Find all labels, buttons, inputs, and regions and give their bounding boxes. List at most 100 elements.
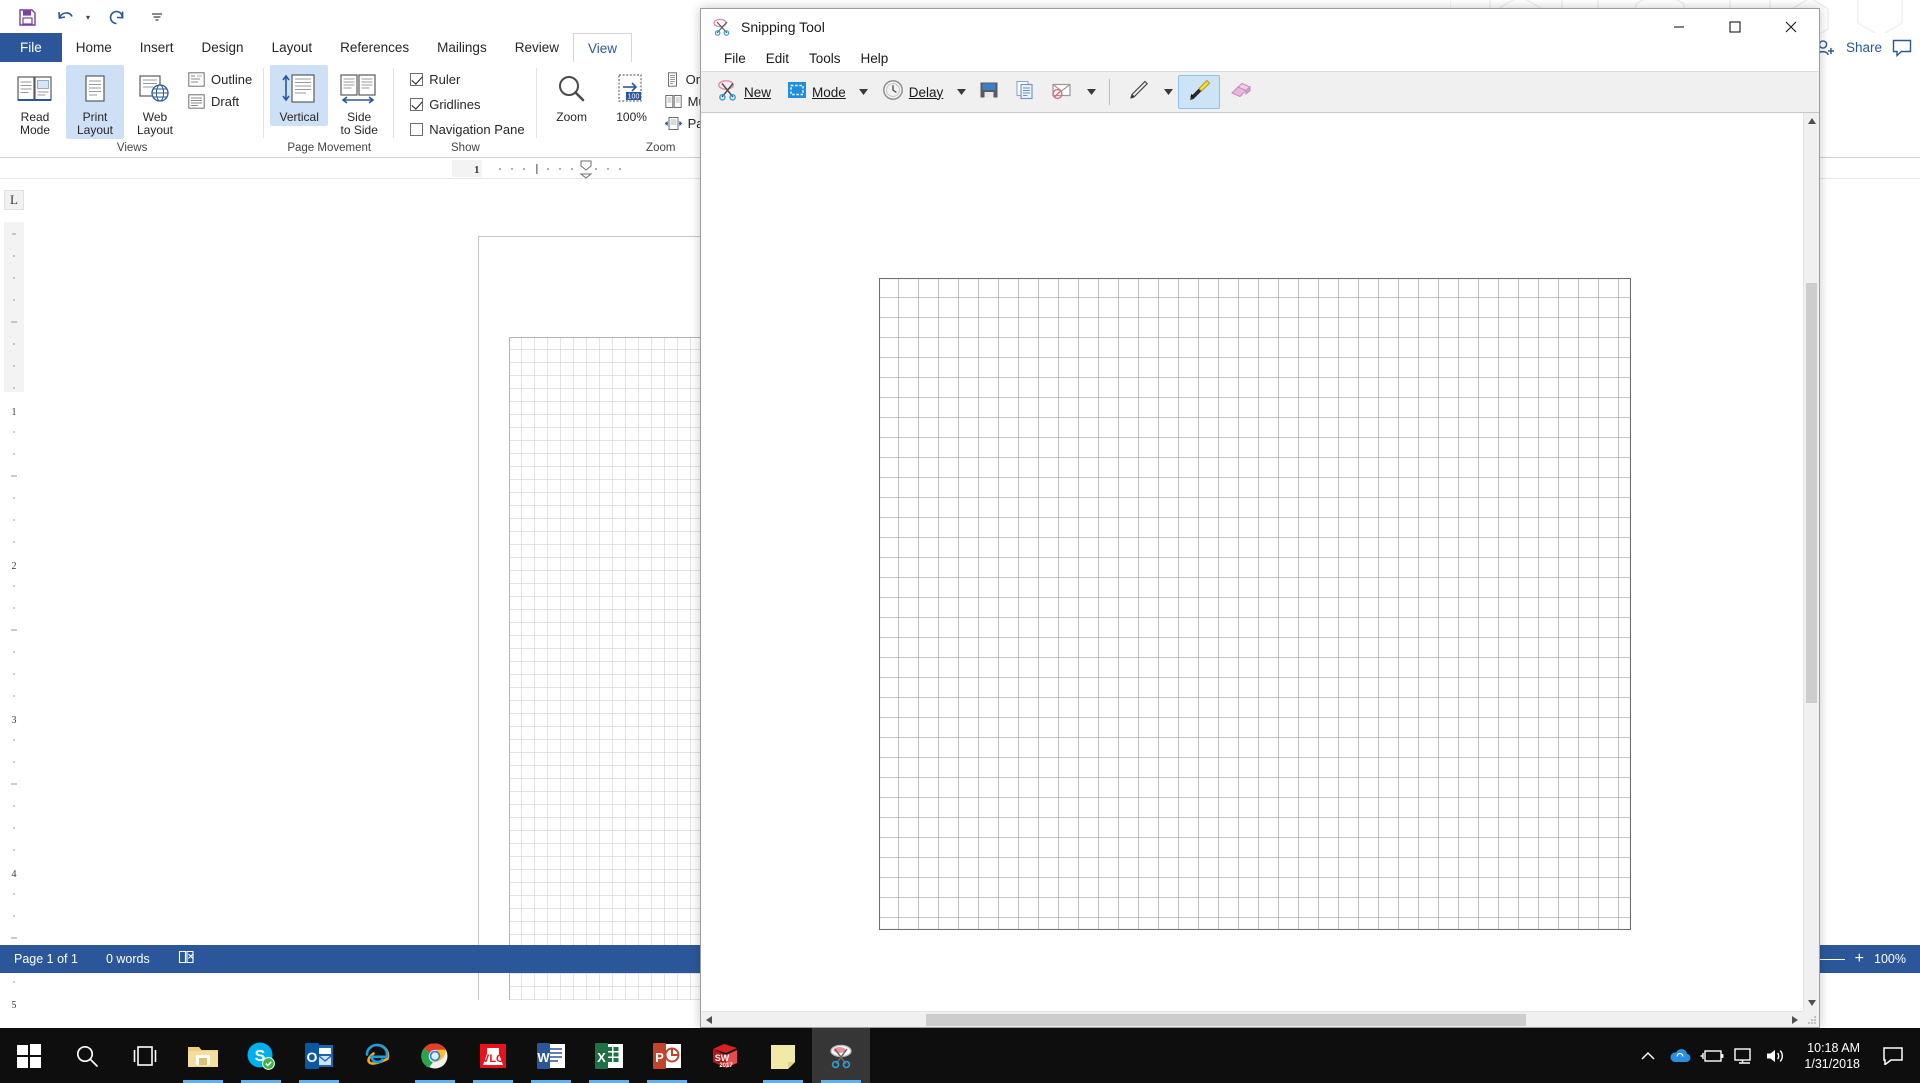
- tab-stop-selector[interactable]: L: [4, 190, 24, 210]
- print-layout-label-2: Layout: [76, 123, 114, 137]
- volume-icon[interactable]: [1760, 1028, 1792, 1083]
- taskbar-chrome[interactable]: [406, 1028, 464, 1083]
- menu-edit[interactable]: Edit: [757, 49, 798, 68]
- print-layout-button[interactable]: Print Layout: [66, 65, 124, 139]
- read-mode-button[interactable]: Read Mode: [6, 65, 64, 139]
- customize-qat-icon[interactable]: [144, 5, 170, 29]
- draft-button[interactable]: Draft: [186, 92, 258, 111]
- close-button[interactable]: [1763, 9, 1819, 45]
- taskbar-word[interactable]: W: [522, 1028, 580, 1083]
- snipping-tool-window[interactable]: Snipping Tool File Edit Tools Help New M…: [700, 8, 1820, 1028]
- side-label-1: Side: [347, 110, 372, 124]
- page-count[interactable]: Page 1 of 1: [0, 952, 92, 966]
- tab-review[interactable]: Review: [501, 33, 573, 62]
- tab-file[interactable]: File: [0, 33, 62, 62]
- pen-button[interactable]: [1118, 75, 1158, 109]
- taskbar-snipping-tool[interactable]: [812, 1028, 870, 1083]
- delay-dropdown-caret[interactable]: [951, 75, 971, 109]
- taskbar-clock[interactable]: 10:18 AM 1/31/2018: [1792, 1028, 1872, 1083]
- canvas-horizontal-scrollbar[interactable]: [701, 1011, 1803, 1027]
- web-layout-button[interactable]: Web Layout: [126, 65, 184, 139]
- taskbar-internet-explorer[interactable]: [348, 1028, 406, 1083]
- taskbar-powerpoint[interactable]: P: [638, 1028, 696, 1083]
- onedrive-icon[interactable]: [1664, 1028, 1696, 1083]
- print-layout-label-1: Print: [82, 110, 108, 124]
- vertical-button[interactable]: Vertical: [270, 65, 329, 126]
- svg-text:4: 4: [12, 869, 17, 880]
- save-snip-button[interactable]: [971, 75, 1007, 109]
- undo-dropdown-caret[interactable]: ▾: [86, 13, 90, 22]
- menu-help[interactable]: Help: [852, 49, 898, 68]
- side-to-side-button[interactable]: Side to Side: [330, 65, 388, 139]
- search-icon[interactable]: [58, 1028, 116, 1083]
- gridlines-checkbox-box[interactable]: [410, 98, 424, 111]
- tab-insert[interactable]: Insert: [126, 33, 188, 62]
- envelope-icon: [1051, 80, 1073, 105]
- scroll-right-arrow[interactable]: [1787, 1012, 1803, 1027]
- taskbar-solidworks[interactable]: SW 2017: [696, 1028, 754, 1083]
- zoom-in-button[interactable]: +: [1855, 950, 1864, 968]
- gridlines-checkbox[interactable]: Gridlines: [408, 95, 530, 114]
- comments-icon[interactable]: [1892, 39, 1912, 57]
- tab-layout[interactable]: Layout: [258, 33, 327, 62]
- email-snip-button[interactable]: [1043, 75, 1081, 109]
- snip-canvas[interactable]: [701, 113, 1803, 1011]
- navigation-pane-checkbox[interactable]: Navigation Pane: [408, 120, 530, 139]
- copy-snip-button[interactable]: [1007, 75, 1043, 109]
- ruler-checkbox[interactable]: Ruler: [408, 70, 530, 89]
- start-button[interactable]: [0, 1028, 58, 1083]
- maximize-button[interactable]: [1707, 9, 1763, 45]
- vertical-ruler[interactable]: 1 2 3 4 5: [4, 222, 24, 1012]
- tab-design[interactable]: Design: [188, 33, 258, 62]
- delay-button[interactable]: Delay: [874, 75, 952, 109]
- email-dropdown-caret[interactable]: [1081, 75, 1101, 109]
- redo-icon[interactable]: [104, 5, 130, 29]
- save-icon[interactable]: [14, 5, 40, 29]
- tab-references[interactable]: References: [326, 33, 423, 62]
- share-button[interactable]: Share: [1846, 40, 1882, 55]
- taskbar-sticky-notes[interactable]: [754, 1028, 812, 1083]
- undo-icon[interactable]: [54, 5, 80, 29]
- show-hidden-icons[interactable]: [1632, 1028, 1664, 1083]
- minimize-button[interactable]: [1651, 9, 1707, 45]
- tab-mailings[interactable]: Mailings: [423, 33, 501, 62]
- network-icon[interactable]: [1728, 1028, 1760, 1083]
- task-view-icon[interactable]: [116, 1028, 174, 1083]
- pen-dropdown-caret[interactable]: [1158, 75, 1178, 109]
- proofing-errors-icon[interactable]: [164, 950, 210, 968]
- highlighter-button[interactable]: [1178, 75, 1221, 109]
- taskbar-file-explorer[interactable]: [174, 1028, 232, 1083]
- vertical-scroll-thumb[interactable]: [1806, 283, 1817, 703]
- scroll-down-arrow[interactable]: [1804, 995, 1819, 1011]
- clock-icon: [882, 79, 904, 106]
- zoom-100-button[interactable]: 100 100%: [603, 65, 661, 126]
- battery-icon[interactable]: [1696, 1028, 1728, 1083]
- zoom-button[interactable]: Zoom: [543, 65, 601, 126]
- navigation-pane-checkbox-box[interactable]: [410, 123, 424, 136]
- scroll-left-arrow[interactable]: [701, 1012, 717, 1027]
- ruler-checkbox-box[interactable]: [410, 73, 424, 86]
- taskbar-outlook[interactable]: O: [290, 1028, 348, 1083]
- word-count[interactable]: 0 words: [92, 952, 164, 966]
- mode-button[interactable]: Mode: [779, 75, 854, 109]
- tab-home[interactable]: Home: [62, 33, 126, 62]
- menu-file[interactable]: File: [715, 49, 755, 68]
- tab-view[interactable]: View: [572, 33, 632, 62]
- scroll-up-arrow[interactable]: [1804, 113, 1819, 129]
- taskbar-excel[interactable]: X: [580, 1028, 638, 1083]
- show-checkboxes: Ruler Gridlines Navigation Pane: [408, 65, 530, 139]
- menu-tools[interactable]: Tools: [800, 49, 850, 68]
- zoom-percent[interactable]: 100%: [1874, 952, 1906, 966]
- mode-dropdown-caret[interactable]: [854, 75, 874, 109]
- pen-icon: [1126, 79, 1150, 106]
- action-center-icon[interactable]: [1872, 1028, 1914, 1083]
- canvas-vertical-scrollbar[interactable]: [1803, 113, 1819, 1011]
- horizontal-scroll-thumb[interactable]: [926, 1014, 1526, 1026]
- eraser-button[interactable]: [1220, 75, 1260, 109]
- snipping-tool-titlebar[interactable]: Snipping Tool: [701, 9, 1819, 45]
- svg-text:W: W: [537, 1050, 550, 1065]
- taskbar-vlc[interactable]: VLC: [464, 1028, 522, 1083]
- outline-button[interactable]: Outline: [186, 70, 258, 89]
- taskbar-skype[interactable]: S: [232, 1028, 290, 1083]
- new-snip-button[interactable]: New: [709, 75, 779, 109]
